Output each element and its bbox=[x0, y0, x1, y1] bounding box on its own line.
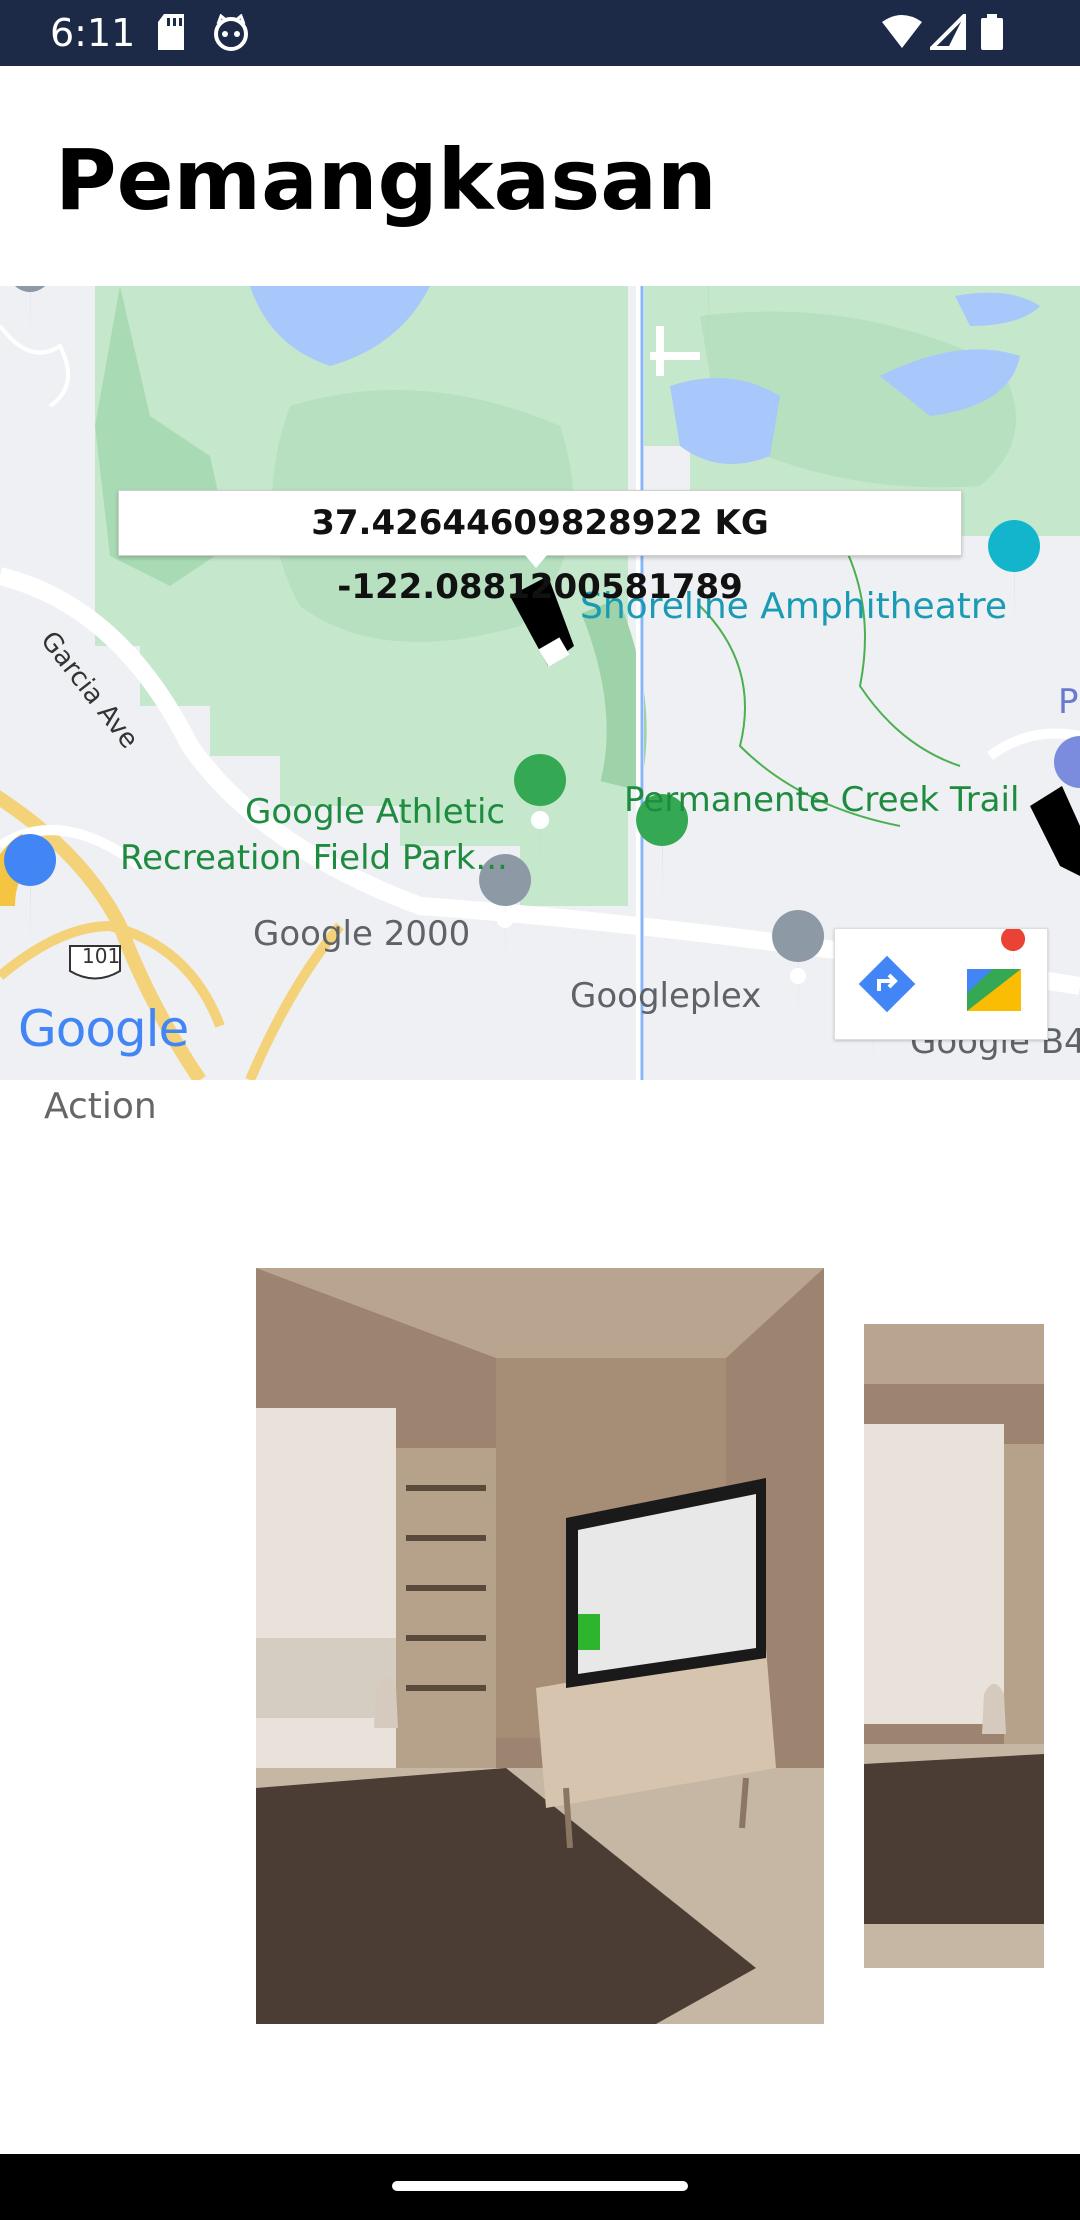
athletic-label-line1: Google Athletic bbox=[245, 792, 506, 832]
living-room-photo bbox=[256, 1268, 824, 2024]
partial-place-label: P bbox=[1058, 682, 1079, 722]
directions-button[interactable] bbox=[835, 929, 941, 1039]
info-window-tip bbox=[524, 554, 548, 568]
google-maps-icon bbox=[967, 927, 1026, 1011]
shopping-pin-icon bbox=[4, 834, 57, 946]
park-pin-icon bbox=[514, 754, 567, 866]
cat-face-icon bbox=[214, 14, 248, 51]
battery-icon bbox=[981, 14, 1003, 50]
home-gesture-handle[interactable] bbox=[392, 2181, 688, 2191]
creek-trail-label: Permanente Creek Trail bbox=[624, 780, 1020, 820]
carousel-photo-2[interactable] bbox=[864, 1324, 1044, 1968]
page-title: Pemangkasan bbox=[55, 131, 717, 229]
cell-signal-icon bbox=[930, 14, 966, 50]
place-pin-icon bbox=[772, 910, 825, 1026]
action-label: Action bbox=[44, 1086, 157, 1127]
google-2000-label: Google 2000 bbox=[253, 914, 471, 954]
status-time: 6:11 bbox=[50, 11, 136, 55]
golf-pin-icon bbox=[708, 286, 709, 346]
carousel-photo-1[interactable] bbox=[256, 1268, 824, 2024]
status-bar: 6:11 bbox=[0, 0, 1080, 66]
place-pin-icon bbox=[15, 286, 46, 338]
living-room-photo bbox=[864, 1324, 1044, 1968]
wifi-icon bbox=[882, 15, 922, 48]
place-pin-icon bbox=[1054, 736, 1080, 788]
saw-marker-icon bbox=[1030, 786, 1080, 876]
sd-card-icon bbox=[158, 14, 184, 50]
athletic-label-line2: Recreation Field Park... bbox=[120, 838, 508, 878]
map-view[interactable]: 101 Shoreline Amphitheatre Google Athlet… bbox=[0, 286, 1080, 1080]
open-in-google-maps-button[interactable] bbox=[941, 927, 1047, 1039]
google-logo: Google bbox=[18, 1000, 189, 1058]
googleplex-label: Googleplex bbox=[570, 976, 762, 1016]
map-toolbar bbox=[834, 927, 1048, 1040]
marker-info-window[interactable]: 37.42644609828922 KG -122.0881200581789 bbox=[118, 490, 962, 607]
route-101-label: 101 bbox=[82, 944, 121, 968]
directions-icon bbox=[858, 955, 916, 1013]
